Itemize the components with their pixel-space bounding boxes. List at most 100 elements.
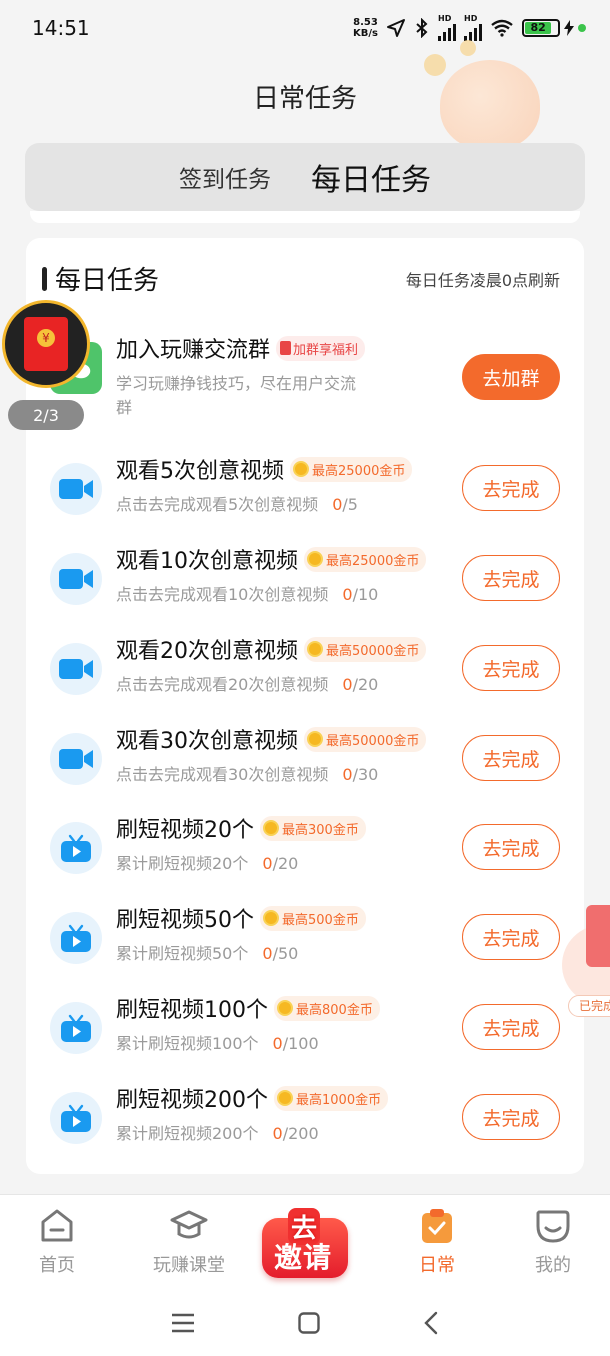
clipboard-check-icon bbox=[418, 1207, 456, 1245]
tv-play-icon bbox=[50, 1092, 102, 1144]
tv-play-icon bbox=[50, 822, 102, 874]
complete-button[interactable]: 去完成 bbox=[462, 555, 560, 601]
location-icon bbox=[387, 19, 405, 37]
tv-play-icon bbox=[50, 912, 102, 964]
tab-checkin[interactable]: 签到任务 bbox=[179, 160, 271, 194]
title-accent-bar bbox=[42, 266, 47, 291]
coin-icon bbox=[307, 731, 323, 747]
complete-button[interactable]: 去完成 bbox=[462, 824, 560, 870]
red-envelope-float-button[interactable] bbox=[2, 300, 90, 388]
reward-badge: 最高25000金币 bbox=[290, 456, 413, 482]
task-row: 观看10次创意视频 最高25000金币 点击去完成观看10次创意视频 0/10 去完… bbox=[26, 541, 584, 631]
reward-badge: 最高50000金币 bbox=[304, 636, 427, 662]
side-bubble-label: 已完成 bbox=[568, 995, 610, 1017]
side-reward-bubble[interactable]: 已完成 bbox=[562, 905, 610, 1017]
nav-me[interactable]: 我的 bbox=[503, 1207, 603, 1277]
task-title: 观看10次创意视频 最高25000金币 bbox=[116, 543, 427, 575]
daily-tasks-card: 每日任务 每日任务凌晨0点刷新 加入玩赚交流群 加群享福利 学习玩赚挣钱技巧，尽… bbox=[26, 238, 584, 1174]
coin-icon bbox=[307, 551, 323, 567]
complete-button[interactable]: 去完成 bbox=[462, 645, 560, 691]
signal-icon: HD bbox=[438, 15, 456, 41]
task-row: 观看5次创意视频 最高25000金币 点击去完成观看5次创意视频 0/5 去完成 bbox=[26, 451, 584, 541]
task-title: 刷短视频100个 最高800金币 bbox=[116, 992, 380, 1024]
nav-class[interactable]: 玩赚课堂 bbox=[139, 1207, 239, 1277]
smiley-icon bbox=[534, 1207, 572, 1245]
graduation-cap-icon bbox=[170, 1207, 208, 1245]
red-envelope-icon bbox=[280, 341, 292, 355]
coin-icon bbox=[307, 641, 323, 657]
reward-badge: 最高500金币 bbox=[260, 905, 366, 931]
task-row: 刷短视频50个 最高500金币 累计刷短视频50个 0/50 去完成 bbox=[26, 900, 584, 990]
video-camera-icon bbox=[50, 643, 102, 695]
menu-icon[interactable] bbox=[171, 1313, 195, 1333]
task-title: 刷短视频20个 最高300金币 bbox=[116, 812, 366, 844]
task-desc: 点击去完成观看5次创意视频 0/5 bbox=[116, 495, 358, 514]
complete-button[interactable]: 去完成 bbox=[462, 465, 560, 511]
video-camera-icon bbox=[50, 733, 102, 785]
task-title: 观看5次创意视频 最高25000金币 bbox=[116, 453, 413, 485]
home-icon bbox=[38, 1207, 76, 1245]
home-square-icon[interactable] bbox=[298, 1312, 320, 1334]
card-header: 每日任务 每日任务凌晨0点刷新 bbox=[42, 260, 560, 297]
nav-daily[interactable]: 日常 bbox=[387, 1207, 487, 1277]
coin-icon bbox=[263, 910, 279, 926]
wifi-icon bbox=[491, 19, 513, 37]
task-desc: 累计刷短视频50个 0/50 bbox=[116, 944, 299, 963]
back-icon[interactable] bbox=[423, 1311, 439, 1335]
task-desc: 点击去完成观看20次创意视频 0/20 bbox=[116, 675, 379, 694]
task-desc: 累计刷短视频20个 0/20 bbox=[116, 854, 299, 873]
task-desc: 累计刷短视频200个 0/200 bbox=[116, 1124, 319, 1143]
group-benefit-tag: 加群享福利 bbox=[276, 335, 366, 361]
task-desc: 点击去完成观看30次创意视频 0/30 bbox=[116, 765, 379, 784]
tab-bar: 签到任务 每日任务 bbox=[25, 143, 585, 211]
complete-button[interactable]: 去完成 bbox=[462, 914, 560, 960]
signal-icon-2: HD bbox=[464, 15, 482, 41]
task-title: 刷短视频50个 最高500金币 bbox=[116, 902, 366, 934]
system-nav-bar bbox=[0, 1290, 610, 1356]
coin-icon bbox=[277, 1000, 293, 1016]
task-title: 加入玩赚交流群 加群享福利 bbox=[116, 332, 366, 364]
coin-icon bbox=[277, 1090, 293, 1106]
status-icons: 8.53 KB/s HD HD 82 bbox=[353, 15, 586, 41]
refresh-note: 每日任务凌晨0点刷新 bbox=[405, 270, 560, 290]
battery-indicator: 82 bbox=[522, 19, 586, 37]
tv-play-icon bbox=[50, 1002, 102, 1054]
coin-icon bbox=[293, 461, 309, 477]
reward-badge: 最高800金币 bbox=[274, 995, 380, 1021]
task-desc: 累计刷短视频100个 0/100 bbox=[116, 1034, 319, 1053]
coin-icon bbox=[263, 820, 279, 836]
red-packet-icon bbox=[586, 905, 610, 967]
network-speed: 8.53 KB/s bbox=[353, 17, 378, 39]
nav-home[interactable]: 首页 bbox=[7, 1207, 107, 1277]
task-join-group: 加入玩赚交流群 加群享福利 学习玩赚挣钱技巧，尽在用户交流 群 去加群 bbox=[26, 330, 584, 420]
tab-panel-edge bbox=[30, 211, 580, 223]
task-desc: 点击去完成观看10次创意视频 0/10 bbox=[116, 585, 379, 604]
task-title: 观看30次创意视频 最高50000金币 bbox=[116, 723, 427, 755]
task-row: 刷短视频20个 最高300金币 累计刷短视频20个 0/20 去完成 bbox=[26, 810, 584, 900]
complete-button[interactable]: 去完成 bbox=[462, 735, 560, 781]
task-row: 刷短视频200个 最高1000金币 累计刷短视频200个 0/200 去完成 bbox=[26, 1080, 584, 1170]
envelope-progress-count: 2/3 bbox=[8, 400, 84, 430]
red-envelope-icon bbox=[24, 317, 68, 371]
invite-button[interactable]: 去 邀请 bbox=[262, 1204, 348, 1282]
status-dot bbox=[578, 24, 586, 32]
video-camera-icon bbox=[50, 463, 102, 515]
complete-button[interactable]: 去完成 bbox=[462, 1004, 560, 1050]
reward-badge: 最高25000金币 bbox=[304, 546, 427, 572]
task-desc: 学习玩赚挣钱技巧，尽在用户交流 群 bbox=[116, 374, 357, 417]
reward-badge: 最高50000金币 bbox=[304, 726, 427, 752]
bluetooth-icon bbox=[416, 18, 428, 38]
reward-badge: 最高1000金币 bbox=[274, 1085, 389, 1111]
task-title: 观看20次创意视频 最高50000金币 bbox=[116, 633, 427, 665]
task-row: 观看30次创意视频 最高50000金币 点击去完成观看30次创意视频 0/30 去完… bbox=[26, 721, 584, 811]
charging-icon bbox=[564, 20, 574, 36]
complete-button[interactable]: 去完成 bbox=[462, 1094, 560, 1140]
task-title: 刷短视频200个 最高1000金币 bbox=[116, 1082, 389, 1114]
join-group-button[interactable]: 去加群 bbox=[462, 354, 560, 400]
video-camera-icon bbox=[50, 553, 102, 605]
page-title: 日常任务 bbox=[252, 84, 357, 114]
reward-badge: 最高300金币 bbox=[260, 815, 366, 841]
status-time: 14:51 bbox=[32, 16, 90, 40]
tab-daily-tasks[interactable]: 每日任务 bbox=[311, 155, 431, 199]
card-title: 每日任务 bbox=[42, 260, 159, 297]
